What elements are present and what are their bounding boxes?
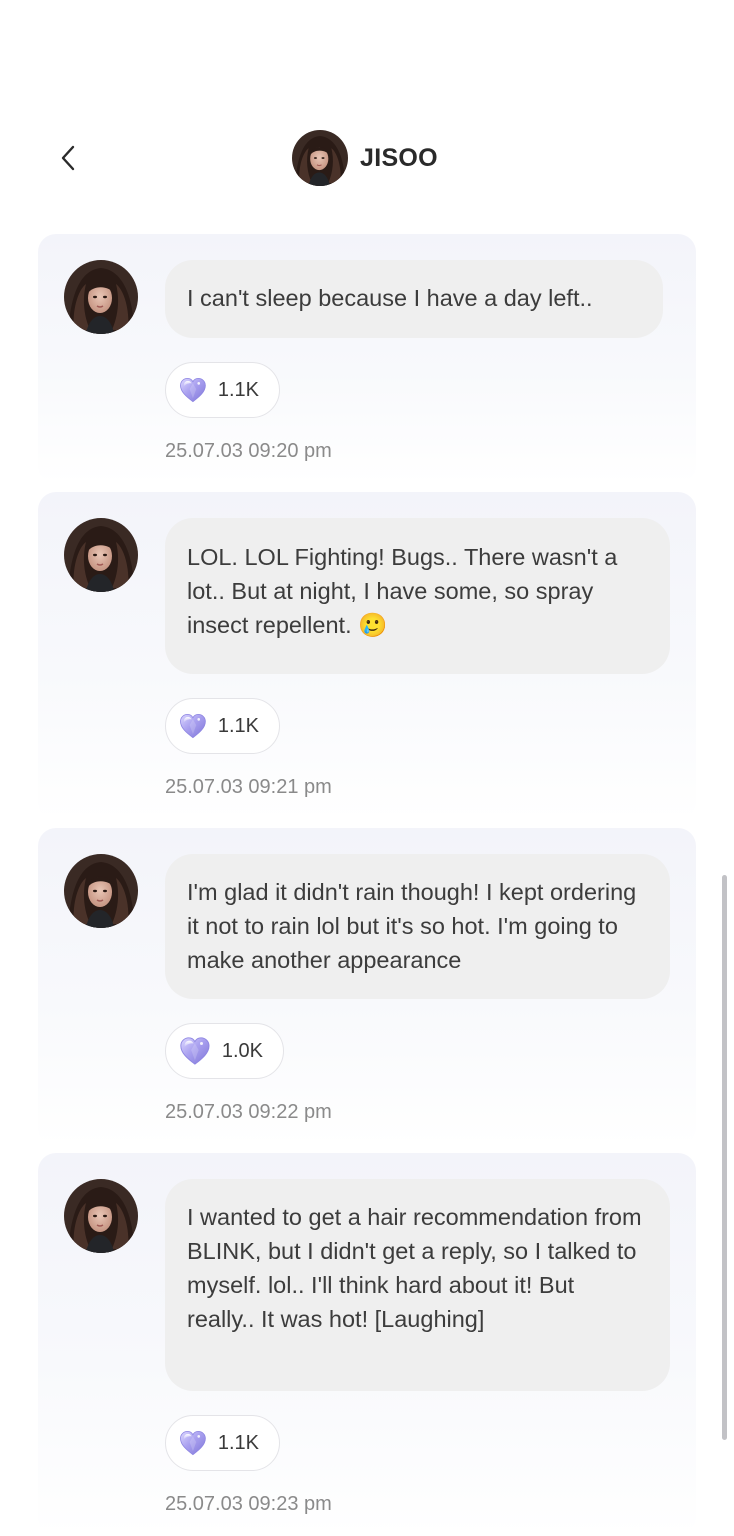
reaction-count: 1.1K (217, 1431, 259, 1454)
reaction-count: 1.0K (221, 1039, 263, 1062)
avatar[interactable] (64, 518, 138, 592)
reaction-button[interactable]: 1.1K (165, 1415, 280, 1471)
crystal-heart-icon (178, 709, 208, 743)
avatar[interactable] (64, 1179, 138, 1253)
avatar[interactable] (64, 260, 138, 334)
crystal-heart-icon (178, 1034, 212, 1068)
reaction-button[interactable]: 1.1K (165, 362, 280, 418)
back-button[interactable] (52, 140, 84, 176)
message-timestamp: 25.07.03 09:23 pm (165, 1493, 332, 1515)
scrollbar[interactable] (722, 875, 727, 1440)
message-bubble: I can't sleep because I have a day left.… (165, 260, 663, 338)
message-bubble: I'm glad it didn't rain though! I kept o… (165, 854, 670, 999)
message-bubble: I wanted to get a hair recommendation fr… (165, 1179, 670, 1391)
message-timestamp: 25.07.03 09:20 pm (165, 440, 332, 462)
avatar[interactable] (64, 854, 138, 928)
chevron-left-icon (61, 145, 75, 171)
page-title: JISOO (360, 143, 438, 172)
message-card: I can't sleep because I have a day left.… (38, 234, 696, 484)
message-card: I'm glad it didn't rain though! I kept o… (38, 828, 696, 1146)
reaction-button[interactable]: 1.1K (165, 698, 280, 754)
crystal-heart-icon (178, 1426, 208, 1460)
message-bubble: LOL. LOL Fighting! Bugs.. There wasn't a… (165, 518, 670, 674)
chat-profile[interactable]: JISOO (292, 130, 438, 186)
reaction-button[interactable]: 1.0K (165, 1023, 284, 1079)
chat-header: JISOO (0, 0, 734, 230)
message-timestamp: 25.07.03 09:22 pm (165, 1101, 332, 1123)
reaction-count: 1.1K (217, 378, 259, 401)
message-card: I wanted to get a hair recommendation fr… (38, 1153, 696, 1536)
crystal-heart-icon (178, 373, 208, 407)
message-timestamp: 25.07.03 09:21 pm (165, 776, 332, 798)
reaction-count: 1.1K (217, 714, 259, 737)
avatar (292, 130, 348, 186)
message-card: LOL. LOL Fighting! Bugs.. There wasn't a… (38, 492, 696, 820)
